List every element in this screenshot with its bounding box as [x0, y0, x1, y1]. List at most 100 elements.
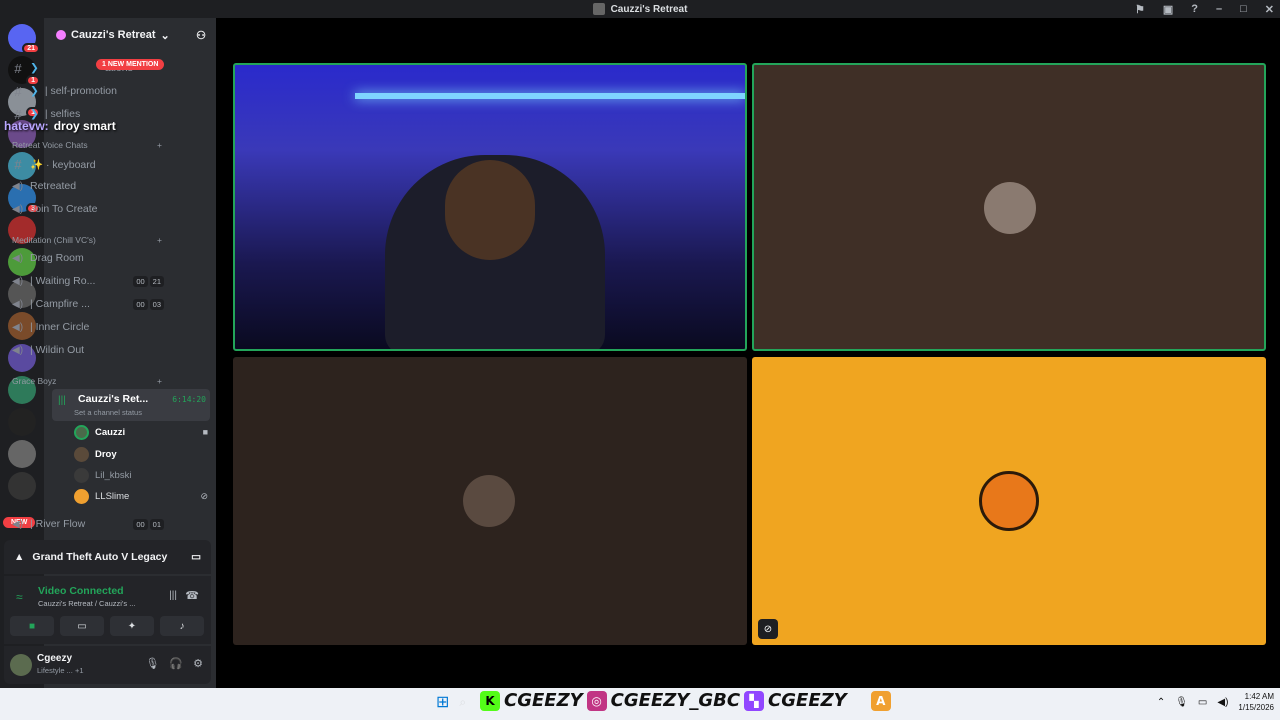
- speaker-icon: ◀): [12, 275, 24, 287]
- channel-item-self-promotion[interactable]: # ❯ | self-promotion: [8, 80, 168, 102]
- channel-item-wildin-out[interactable]: ◀) | Wildin Out: [8, 339, 168, 361]
- channel-label: | Waiting Ro...: [30, 275, 96, 287]
- speaker-icon: ◀): [12, 518, 24, 530]
- home-button[interactable]: 21: [8, 24, 40, 54]
- speaker-icon: ◀): [12, 180, 24, 192]
- voice-user[interactable]: Cauzzi ■: [74, 423, 208, 441]
- channel-item-retreated[interactable]: ◀) Retreated: [8, 175, 168, 197]
- window-title: Cauzzi's Retreat: [610, 3, 688, 15]
- voice-user[interactable]: Droy: [74, 445, 208, 463]
- search-icon[interactable]: ⌕: [459, 695, 466, 710]
- channel-status[interactable]: Set a channel status: [74, 408, 142, 417]
- game-icon: ▲: [14, 551, 25, 563]
- window-titlebar: Cauzzi's Retreat ⚑ ▣ ? – □ ✕: [0, 0, 1280, 18]
- headphones-icon[interactable]: 🎧: [169, 657, 183, 670]
- mention-badge[interactable]: 1 NEW MENTION: [96, 59, 165, 70]
- app-icon[interactable]: A: [870, 690, 891, 711]
- voice-connection-panel: ≈ Video Connected Cauzzi's Retreat / Cau…: [4, 576, 211, 644]
- hash-icon: #: [14, 60, 22, 76]
- taskbar: ⊞ ⌕ K CGEEZY ◎ CGEEZY_GBC ▚ CGEEZY A ⌃ 🎙 ▭ …: [0, 688, 1280, 720]
- soundboard-button[interactable]: ♪: [160, 616, 204, 636]
- chevron-up-icon[interactable]: ⌃: [1157, 697, 1165, 708]
- social-handle: CGEEZY_GBC: [610, 690, 741, 711]
- overlay-message: droy smart: [53, 119, 116, 133]
- avatar: [463, 475, 515, 527]
- channel-item-inner-circle[interactable]: ◀) | Inner Circle: [8, 316, 168, 338]
- camera-icon: ■: [202, 427, 208, 437]
- channel-emoji-icon: ❯: [30, 62, 39, 74]
- plus-icon[interactable]: +: [157, 140, 162, 150]
- maximize-button[interactable]: □: [1240, 3, 1247, 15]
- led-strip: [355, 93, 745, 99]
- clock[interactable]: 1:42 AM 1/15/2026: [1238, 691, 1274, 713]
- channel-item-join-to-create[interactable]: ◀) Join To Create: [8, 198, 168, 220]
- avatar: [74, 424, 89, 440]
- signal-icon: ≈: [16, 590, 23, 604]
- minimize-button[interactable]: –: [1216, 3, 1222, 15]
- social-handle: CGEEZY: [768, 690, 847, 711]
- speaker-icon: ◀): [12, 344, 24, 356]
- voice-status-title[interactable]: Video Connected: [38, 585, 124, 597]
- game-activity[interactable]: ▲ Grand Theft Auto V Legacy ▭: [4, 540, 211, 574]
- server-icon[interactable]: [8, 408, 36, 436]
- add-member-icon[interactable]: ⚇: [196, 29, 206, 42]
- category-grace-boyz[interactable]: Grace Boyz +: [12, 376, 162, 386]
- screen-share-button[interactable]: ▭: [60, 616, 104, 636]
- avatar: [74, 488, 89, 504]
- channel-item-campfire[interactable]: ◀) | Campfire ... 00 03: [8, 293, 168, 315]
- active-voice-channel[interactable]: ||| Cauzzi's Ret... Set a channel status…: [52, 389, 210, 421]
- microphone-icon[interactable]: 🎙: [145, 657, 159, 670]
- speaker-icon: ◀): [12, 298, 24, 310]
- channel-label: Join To Create: [30, 203, 98, 215]
- disconnect-icon[interactable]: ☎: [185, 589, 199, 602]
- user-count: 00 03: [133, 298, 164, 310]
- server-icon[interactable]: [8, 440, 36, 468]
- gear-icon[interactable]: ⚙: [193, 657, 203, 670]
- speaker-icon: ◀): [12, 203, 24, 215]
- volume-icon[interactable]: ◀): [1217, 697, 1228, 708]
- person-head: [445, 160, 535, 260]
- speaker-icon: ◀): [12, 252, 24, 264]
- voice-user[interactable]: Lil_kbski: [74, 466, 208, 484]
- inbox-icon[interactable]: ⚑: [1135, 3, 1145, 16]
- hash-icon: #: [14, 83, 22, 99]
- category-label: Grace Boyz: [12, 376, 57, 386]
- kick-icon: K: [480, 690, 500, 711]
- avatar[interactable]: [10, 654, 32, 676]
- video-tile-user[interactable]: [233, 357, 747, 645]
- server-header[interactable]: Cauzzi's Retreat ⌄ ⚇: [44, 18, 216, 52]
- username[interactable]: Cgeezy: [37, 653, 72, 664]
- voice-user[interactable]: LLSlime ⊘: [74, 487, 208, 505]
- help-icon[interactable]: ?: [1191, 3, 1198, 15]
- avatar: [74, 467, 89, 483]
- server-icon[interactable]: [8, 472, 36, 500]
- plus-icon[interactable]: +: [157, 376, 162, 386]
- video-stage: ⊘: [216, 18, 1280, 688]
- video-tile-user[interactable]: ⊘: [752, 357, 1266, 645]
- channel-label: | Inner Circle: [30, 321, 90, 333]
- microphone-icon[interactable]: 🎙: [1175, 697, 1188, 708]
- game-name: Grand Theft Auto V Legacy: [32, 551, 168, 563]
- channel-item-river-flow[interactable]: ◀) | River Flow 00 01: [8, 513, 168, 535]
- camera-button[interactable]: ■: [10, 616, 54, 636]
- channel-item-drag-room[interactable]: ◀) Drag Room: [8, 247, 168, 269]
- activities-button[interactable]: ✦: [110, 616, 154, 636]
- discord-avatar-icon: [979, 471, 1039, 531]
- close-button[interactable]: ✕: [1265, 3, 1274, 16]
- category-meditation[interactable]: Meditation (Chill VC's) +: [12, 235, 162, 245]
- stream-icon[interactable]: ▭: [191, 551, 201, 563]
- voice-username: Cauzzi: [95, 426, 126, 438]
- channel-item-keyboard[interactable]: # ✨ · keyboard: [8, 153, 168, 175]
- avatar: [74, 446, 89, 462]
- video-tile-user[interactable]: [752, 63, 1266, 351]
- chevron-down-icon: ⌄: [160, 29, 170, 42]
- noise-suppression-icon[interactable]: |||: [169, 590, 177, 601]
- video-tile-camera[interactable]: [233, 63, 747, 351]
- monitor-icon[interactable]: ▣: [1163, 3, 1173, 16]
- plus-icon[interactable]: +: [157, 235, 162, 245]
- category-voice[interactable]: Retreat Voice Chats +: [12, 140, 162, 150]
- channel-label: Retreated: [30, 180, 77, 192]
- windows-start-icon[interactable]: ⊞: [436, 692, 449, 712]
- channel-item-waiting-room[interactable]: ◀) | Waiting Ro... 00 21: [8, 270, 168, 292]
- network-icon[interactable]: ▭: [1198, 697, 1207, 708]
